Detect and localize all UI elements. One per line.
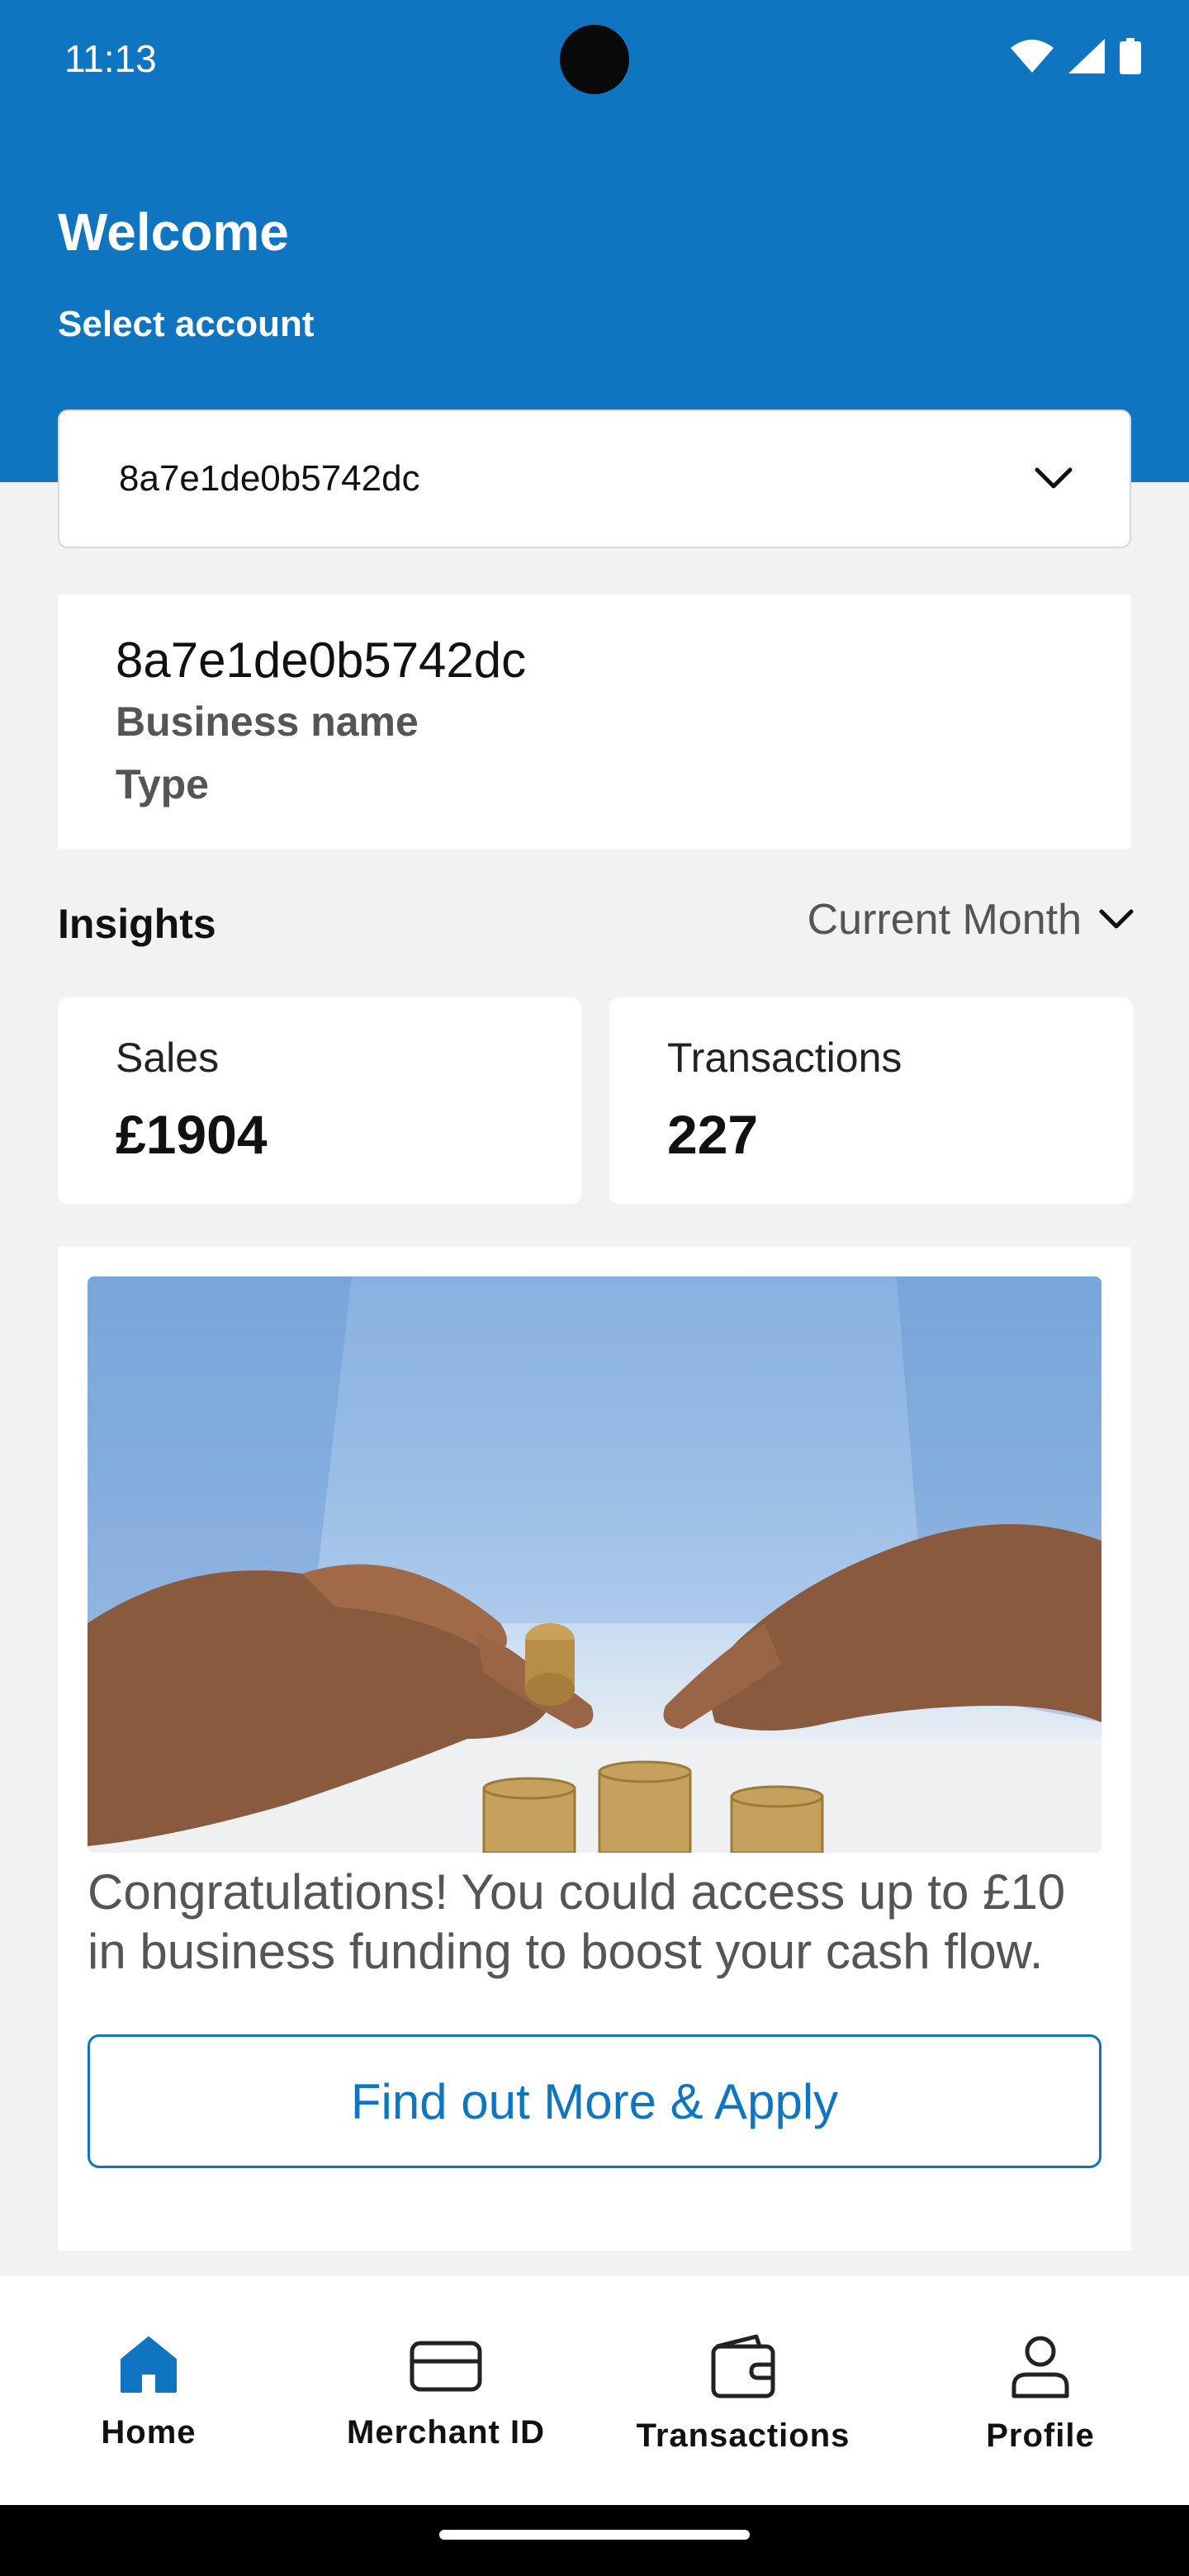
chevron-down-icon — [1099, 909, 1134, 929]
wallet-icon — [711, 2334, 775, 2398]
signal-icon — [1068, 39, 1105, 73]
account-details-card: 8a7e1de0b5742dc Business name Type — [58, 594, 1131, 849]
account-dropdown[interactable]: 8a7e1de0b5742dc — [58, 410, 1131, 548]
find-out-more-apply-button[interactable]: Find out More & Apply — [88, 2034, 1101, 2168]
nav-label-merchant-id: Merchant ID — [347, 2414, 545, 2451]
card-icon — [410, 2341, 482, 2392]
transactions-value: 227 — [667, 1104, 759, 1165]
page-title: Welcome — [58, 202, 289, 262]
promo-image — [88, 1276, 1101, 1853]
status-time: 11:13 — [64, 37, 157, 80]
nav-item-profile[interactable]: Profile — [892, 2275, 1189, 2505]
account-type: Type — [116, 761, 209, 807]
period-dropdown[interactable]: Current Month — [808, 895, 1135, 945]
wifi-icon — [1011, 40, 1054, 73]
system-gesture-bar — [0, 2505, 1189, 2576]
transactions-card: Transactions 227 — [609, 997, 1133, 1204]
nav-item-home[interactable]: Home — [0, 2275, 297, 2505]
camera-cutout — [560, 25, 629, 94]
sales-value: £1904 — [116, 1104, 268, 1165]
select-account-label: Select account — [58, 304, 315, 344]
period-dropdown-value: Current Month — [807, 896, 1082, 944]
account-id: 8a7e1de0b5742dc — [116, 632, 527, 688]
nav-item-merchant-id[interactable]: Merchant ID — [297, 2275, 594, 2505]
nav-label-transactions: Transactions — [636, 2417, 850, 2454]
bottom-navigation: Home Merchant ID Transactions Profile — [0, 2275, 1189, 2505]
promo-text: Congratulations! You could access up to … — [88, 1864, 1066, 1979]
funding-promo-card: Congratulations! You could access up to … — [58, 1247, 1131, 2251]
nav-label-home: Home — [101, 2414, 197, 2451]
profile-icon — [1011, 2336, 1069, 2398]
coins-hands-illustration — [88, 1276, 1101, 1853]
insights-title: Insights — [58, 901, 216, 947]
transactions-label: Transactions — [667, 1035, 902, 1081]
battery-icon — [1120, 38, 1141, 74]
nav-item-transactions[interactable]: Transactions — [594, 2275, 892, 2505]
nav-label-profile: Profile — [986, 2417, 1095, 2454]
business-name: Business name — [116, 698, 419, 745]
sales-card: Sales £1904 — [58, 997, 581, 1204]
sales-label: Sales — [116, 1035, 220, 1081]
chevron-down-icon — [1035, 467, 1073, 489]
home-icon — [121, 2337, 177, 2393]
status-icons — [1011, 38, 1141, 74]
status-bar: 11:13 — [0, 0, 1189, 124]
gesture-handle[interactable] — [439, 2530, 750, 2540]
account-dropdown-value: 8a7e1de0b5742dc — [119, 458, 420, 499]
